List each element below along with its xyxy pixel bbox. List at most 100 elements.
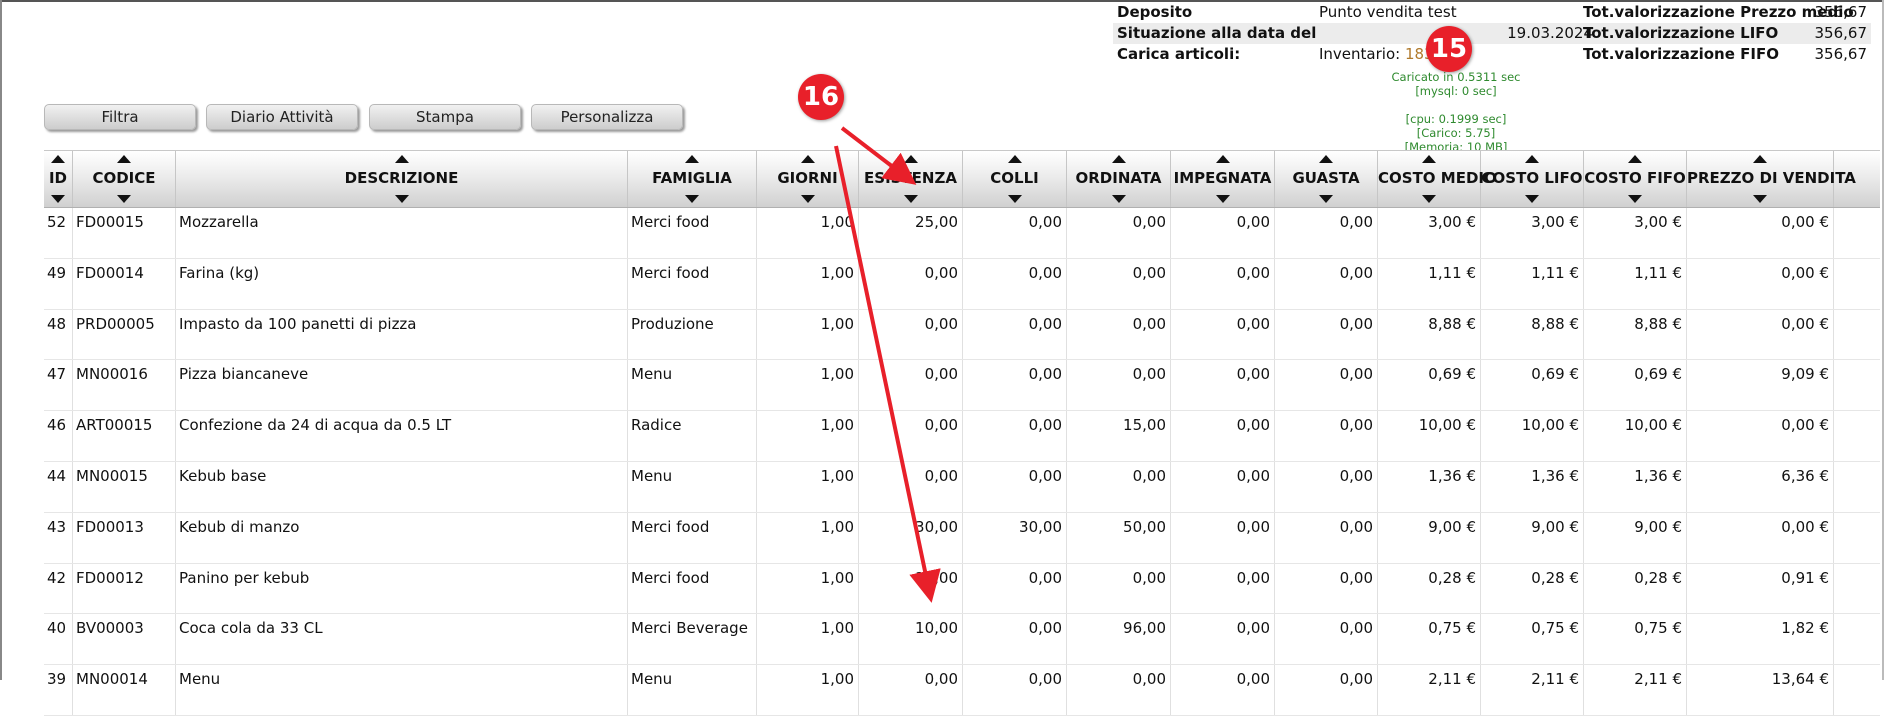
sort-asc-icon[interactable] xyxy=(800,155,815,163)
cell-stock-value: 0,00 xyxy=(924,365,958,384)
sort-desc-icon[interactable] xyxy=(1007,195,1022,203)
column-header-label[interactable]: ID xyxy=(44,169,72,187)
sort-desc-icon[interactable] xyxy=(1215,195,1230,203)
column-header-fifo-cost[interactable]: COSTO FIFO xyxy=(1584,151,1687,207)
table-row[interactable]: 52 FD00015 Mozzarella Merci food 1,00 25,00 0,… xyxy=(44,208,1880,259)
cell-id: 52 xyxy=(44,208,73,258)
sort-desc-icon[interactable] xyxy=(1422,195,1436,203)
cell-avg-cost: 0,69 € xyxy=(1378,360,1481,411)
table-row[interactable]: 42 FD00012 Panino per kebub Merci food 1,00 1… xyxy=(44,563,1880,615)
cell-id-value: 43 xyxy=(47,517,67,536)
sort-asc-icon[interactable] xyxy=(685,155,699,163)
column-header-label[interactable]: ESISTENZA xyxy=(859,169,962,187)
cell-stock: 0,00 xyxy=(859,461,963,512)
table-row[interactable]: 40 BV00003 Coca cola da 33 CL Merci Beverag… xyxy=(44,614,1880,666)
table-row[interactable]: 39 MN00014 Menu Menu 1,00 0,00 0,00 0,00 0,00 0,0… xyxy=(44,665,1880,716)
column-header-label[interactable]: DESCRIZIONE xyxy=(176,169,627,187)
sort-desc-icon[interactable] xyxy=(1753,195,1767,203)
cell-ordered-value: 15,00 xyxy=(1123,416,1166,435)
cell-damaged-value: 0,00 xyxy=(1339,263,1373,282)
print-button[interactable]: Stampa xyxy=(369,104,521,130)
sort-desc-icon[interactable] xyxy=(394,195,409,203)
table-row[interactable]: 47 MN00016 Pizza biancaneve Menu 1,00 0,00 0,0… xyxy=(44,360,1880,412)
filter-button[interactable]: Filtra xyxy=(44,104,196,130)
cell-committed-value: 0,00 xyxy=(1236,517,1270,536)
column-header-committed[interactable]: IMPEGNATA xyxy=(1171,151,1275,207)
sort-desc-icon[interactable] xyxy=(1525,195,1539,203)
cell-ordered: 0,00 xyxy=(1067,563,1171,614)
activity-log-button[interactable]: Diario Attività xyxy=(206,104,358,130)
table-row[interactable]: 44 MN00015 Kebub base Menu 1,00 0,00 0,00 0,00 0… xyxy=(44,461,1880,513)
column-header-label[interactable]: FAMIGLIA xyxy=(628,169,756,187)
cell-avg-cost-value: 1,11 € xyxy=(1428,263,1476,282)
sort-asc-icon[interactable] xyxy=(51,155,65,163)
sort-asc-icon[interactable] xyxy=(117,155,131,163)
sort-asc-icon[interactable] xyxy=(1319,155,1333,163)
column-header-label[interactable]: GUASTA xyxy=(1275,169,1377,187)
sort-desc-icon[interactable] xyxy=(1628,195,1642,203)
cell-code-value: FD00013 xyxy=(76,517,144,536)
sort-asc-icon[interactable] xyxy=(1215,155,1230,163)
column-header-avg-cost[interactable]: COSTO MEDIO xyxy=(1378,151,1497,207)
cell-description-value: Kebub di manzo xyxy=(179,517,300,536)
column-header-label[interactable]: IMPEGNATA xyxy=(1171,169,1274,187)
inventory-link[interactable]: Inventario: 183 xyxy=(1319,45,1434,63)
column-header-description[interactable]: DESCRIZIONE xyxy=(176,151,628,207)
cell-ordered: 0,00 xyxy=(1067,665,1171,715)
table-row[interactable]: 46 ART00015 Confezione da 24 di acqua da 0… xyxy=(44,411,1880,462)
sort-asc-icon[interactable] xyxy=(903,155,918,163)
sort-desc-icon[interactable] xyxy=(1319,195,1333,203)
cell-ordered-value: 0,00 xyxy=(1132,213,1166,231)
sort-asc-icon[interactable] xyxy=(1525,155,1539,163)
sort-asc-icon[interactable] xyxy=(1422,155,1436,163)
column-header-family[interactable]: FAMIGLIA xyxy=(628,151,757,207)
table-row[interactable]: 49 FD00014 Farina (kg) Merci food 1,00 0,00 0,… xyxy=(44,258,1880,310)
column-header-days[interactable]: GIORNI xyxy=(757,151,859,207)
sort-desc-icon[interactable] xyxy=(685,195,699,203)
sort-desc-icon[interactable] xyxy=(51,195,65,203)
cell-avg-cost-value: 10,00 € xyxy=(1418,416,1476,435)
column-header-damaged[interactable]: GUASTA xyxy=(1275,151,1378,207)
sort-asc-icon[interactable] xyxy=(394,155,409,163)
column-header-code[interactable]: CODICE xyxy=(73,151,176,207)
cell-stock: 0,00 xyxy=(859,665,963,715)
column-header-sale-price[interactable]: PREZZO DI VENDITA xyxy=(1687,151,1856,207)
column-header-packages[interactable]: COLLI xyxy=(963,151,1067,207)
column-header-label[interactable]: COLLI xyxy=(963,169,1066,187)
column-header-ordered[interactable]: ORDINATA xyxy=(1067,151,1171,207)
sort-desc-icon[interactable] xyxy=(1111,195,1126,203)
cell-fifo-cost: 0,75 € xyxy=(1584,614,1687,665)
cell-spacer xyxy=(1834,411,1880,461)
column-header-label[interactable]: COSTO FIFO xyxy=(1584,169,1686,187)
column-header-label[interactable]: COSTO MEDIO xyxy=(1378,169,1497,187)
column-header-label[interactable]: CODICE xyxy=(73,169,175,187)
column-header-lifo-cost[interactable]: COSTO LIFO xyxy=(1481,151,1584,207)
sort-asc-icon[interactable] xyxy=(1753,155,1767,163)
column-header-label[interactable]: ORDINATA xyxy=(1067,169,1170,187)
sort-desc-icon[interactable] xyxy=(903,195,918,203)
column-header-stock[interactable]: ESISTENZA xyxy=(859,151,963,207)
column-header-label[interactable]: PREZZO DI VENDITA xyxy=(1687,169,1856,187)
column-header-label[interactable]: GIORNI xyxy=(757,169,858,187)
summary-row-load: Carica articoli: Inventario: 183 Tot.val… xyxy=(1113,44,1871,65)
sort-desc-icon[interactable] xyxy=(117,195,131,203)
cell-code: PRD00005 xyxy=(73,309,176,360)
sort-asc-icon[interactable] xyxy=(1628,155,1642,163)
column-header-label[interactable]: COSTO LIFO xyxy=(1481,169,1583,187)
cell-ordered: 0,00 xyxy=(1067,309,1171,360)
table-row[interactable]: 48 PRD00005 Impasto da 100 panetti di pizz… xyxy=(44,309,1880,361)
cell-code: FD00012 xyxy=(73,563,176,614)
cell-fifo-cost: 2,11 € xyxy=(1584,665,1687,715)
sort-asc-icon[interactable] xyxy=(1111,155,1126,163)
cell-lifo-cost-value: 2,11 € xyxy=(1531,670,1579,689)
sort-asc-icon[interactable] xyxy=(1007,155,1022,163)
cell-family-value: Produzione xyxy=(631,314,714,333)
perf-load: [Carico: 5.75] xyxy=(1416,126,1496,140)
column-header-id[interactable]: ID xyxy=(44,151,73,207)
customize-button[interactable]: Personalizza xyxy=(531,104,683,130)
cell-ordered-value: 0,00 xyxy=(1132,670,1166,689)
table-row[interactable]: 43 FD00013 Kebub di manzo Merci food 1,00 30,… xyxy=(44,512,1880,564)
cell-code-value: MN00014 xyxy=(76,670,148,689)
sort-desc-icon[interactable] xyxy=(800,195,815,203)
cell-stock: 30,00 xyxy=(859,512,963,563)
